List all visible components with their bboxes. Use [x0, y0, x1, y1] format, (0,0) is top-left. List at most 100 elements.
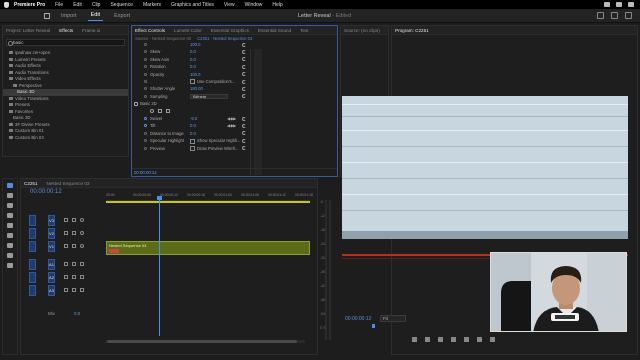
program-video-frame[interactable] — [342, 96, 628, 239]
track-header-v3[interactable]: V3 — [24, 215, 104, 226]
track-header-a2[interactable]: A2 — [24, 272, 104, 283]
stopwatch-icon[interactable] — [144, 117, 147, 120]
tab-program[interactable]: Program: C2251 — [395, 28, 429, 33]
menu-sequence[interactable]: Sequence — [110, 2, 133, 8]
tab-essential-graphics[interactable]: Essential Graphics — [211, 28, 249, 33]
sync-lock-icon[interactable] — [72, 244, 76, 248]
mark-in-icon[interactable] — [425, 337, 430, 342]
work-area-bar[interactable] — [106, 201, 310, 203]
menu-markers[interactable]: Markers — [143, 2, 161, 8]
toggle-output-eye-icon[interactable] — [80, 244, 84, 248]
property-value[interactable]: 0.0 — [190, 49, 196, 55]
track-target-toggle[interactable]: V2 — [48, 228, 55, 239]
reset-parameter-icon[interactable] — [242, 79, 246, 84]
lock-track-icon[interactable] — [64, 262, 68, 266]
mute-icon[interactable] — [72, 275, 76, 279]
battery-icon[interactable] — [616, 2, 622, 7]
toggle-output-eye-icon[interactable] — [80, 218, 84, 222]
type-tool-icon[interactable] — [7, 263, 13, 268]
mute-icon[interactable] — [72, 262, 76, 266]
track-header-a3[interactable]: A3 — [24, 285, 104, 296]
lock-track-icon[interactable] — [64, 231, 68, 235]
track-target-toggle[interactable]: A3 — [48, 285, 55, 296]
tab-nested-sequence[interactable]: Nested Sequence 03 — [47, 181, 90, 186]
sync-lock-icon[interactable] — [72, 231, 76, 235]
stopwatch-icon[interactable] — [144, 87, 147, 91]
track-target-toggle[interactable]: V3 — [48, 215, 55, 226]
property-checkbox[interactable]: Draw Preview Wirefr... — [190, 146, 238, 152]
timeline-scroll-thumb[interactable] — [107, 340, 297, 343]
stopwatch-icon[interactable] — [144, 146, 147, 150]
menu-help[interactable]: Help — [272, 2, 282, 8]
source-patch-toggle[interactable] — [29, 285, 36, 296]
reset-parameter-icon[interactable] — [242, 72, 246, 77]
reset-parameter-icon[interactable] — [242, 94, 246, 99]
reset-parameter-icon[interactable] — [242, 138, 246, 143]
tab-sequence-c2251[interactable]: C2251 — [24, 181, 38, 186]
source-clip-label[interactable]: Source · Nested Sequence 03 — [135, 36, 191, 41]
reset-parameter-icon[interactable] — [242, 86, 246, 91]
fx-toggle-icon[interactable] — [134, 102, 138, 107]
effects-search-input[interactable]: basic — [6, 39, 125, 46]
tab-effect-controls[interactable]: Effect Controls — [135, 28, 165, 33]
sampling-dropdown[interactable]: Bilinear — [190, 94, 228, 100]
basic-3d-effect-label[interactable]: Basic 3D — [140, 101, 157, 107]
stopwatch-icon[interactable] — [144, 50, 147, 54]
tab-text[interactable]: Text — [300, 28, 308, 33]
program-timecode[interactable]: 00:00:00:12 — [345, 316, 371, 322]
hand-tool-icon[interactable] — [7, 253, 13, 258]
stopwatch-icon[interactable] — [144, 57, 147, 61]
stopwatch-icon[interactable] — [144, 72, 147, 76]
nav-import[interactable]: Import — [58, 11, 80, 21]
nav-export[interactable]: Export — [111, 11, 133, 21]
source-patch-toggle[interactable] — [29, 272, 36, 283]
apple-icon[interactable] — [4, 1, 9, 8]
property-checkbox[interactable]: Use Composition's... — [190, 79, 235, 85]
property-value[interactable]: 100.0 — [190, 72, 200, 78]
property-value[interactable]: 0.0 — [190, 131, 196, 137]
tab-frameio[interactable]: Frame.io — [82, 28, 100, 33]
step-forward-icon[interactable] — [490, 337, 495, 342]
source-patch-toggle[interactable] — [29, 241, 36, 252]
menu-graphics[interactable]: Graphics and Titles — [171, 2, 214, 8]
track-header-mix[interactable]: Mix 0.0 — [24, 308, 104, 319]
reset-parameter-icon[interactable] — [242, 131, 246, 136]
rectangle-mask-icon[interactable] — [158, 109, 162, 114]
property-checkbox[interactable]: Show Specular Highli... — [190, 138, 240, 144]
property-value[interactable]: 100.0 — [190, 42, 200, 48]
effect-controls-timecode[interactable]: 00:00:00:12 — [134, 170, 157, 175]
workspaces-icon[interactable] — [597, 12, 604, 19]
stopwatch-icon[interactable] — [144, 80, 147, 83]
property-value[interactable]: 180.00 — [190, 86, 203, 92]
mute-icon[interactable] — [72, 288, 76, 292]
track-target-toggle[interactable]: V1 — [48, 241, 55, 252]
track-target-toggle[interactable]: A2 — [48, 272, 55, 283]
toggle-output-eye-icon[interactable] — [80, 231, 84, 235]
reset-parameter-icon[interactable] — [242, 49, 246, 54]
track-target-toggle[interactable]: A1 — [48, 259, 55, 270]
sync-lock-icon[interactable] — [72, 218, 76, 222]
menu-window[interactable]: Window — [245, 2, 263, 8]
timeline-timecode[interactable]: 00:00:00:12 — [30, 189, 62, 195]
tab-lumetri-color[interactable]: Lumetri Color — [174, 28, 202, 33]
mic-icon[interactable] — [80, 262, 84, 266]
track-select-tool-icon[interactable] — [7, 193, 13, 198]
property-value[interactable]: 0.0 — [190, 64, 196, 70]
mic-icon[interactable] — [80, 275, 84, 279]
control-center-icon[interactable] — [628, 2, 634, 7]
source-patch-toggle[interactable] — [29, 228, 36, 239]
stopwatch-icon[interactable] — [144, 94, 147, 98]
stopwatch-icon[interactable] — [144, 139, 147, 143]
add-marker-icon[interactable] — [412, 337, 417, 342]
lock-track-icon[interactable] — [64, 275, 68, 279]
menu-app[interactable]: Premiere Pro — [14, 2, 45, 8]
tab-effects[interactable]: Effects — [59, 28, 73, 33]
play-icon[interactable] — [477, 337, 482, 342]
sequence-clip-label[interactable]: C2251 · Nested Sequence 03 — [197, 36, 252, 41]
zoom-fit-select[interactable]: Fit — [380, 315, 406, 322]
timeline-clip[interactable]: Nested Sequence 03 — [106, 241, 310, 255]
keyframe-nav-icon[interactable]: ◀◆▶ — [227, 116, 236, 122]
fullscreen-icon[interactable] — [625, 12, 632, 19]
ripple-edit-tool-icon[interactable] — [7, 203, 13, 208]
pen-mask-icon[interactable] — [166, 109, 170, 114]
